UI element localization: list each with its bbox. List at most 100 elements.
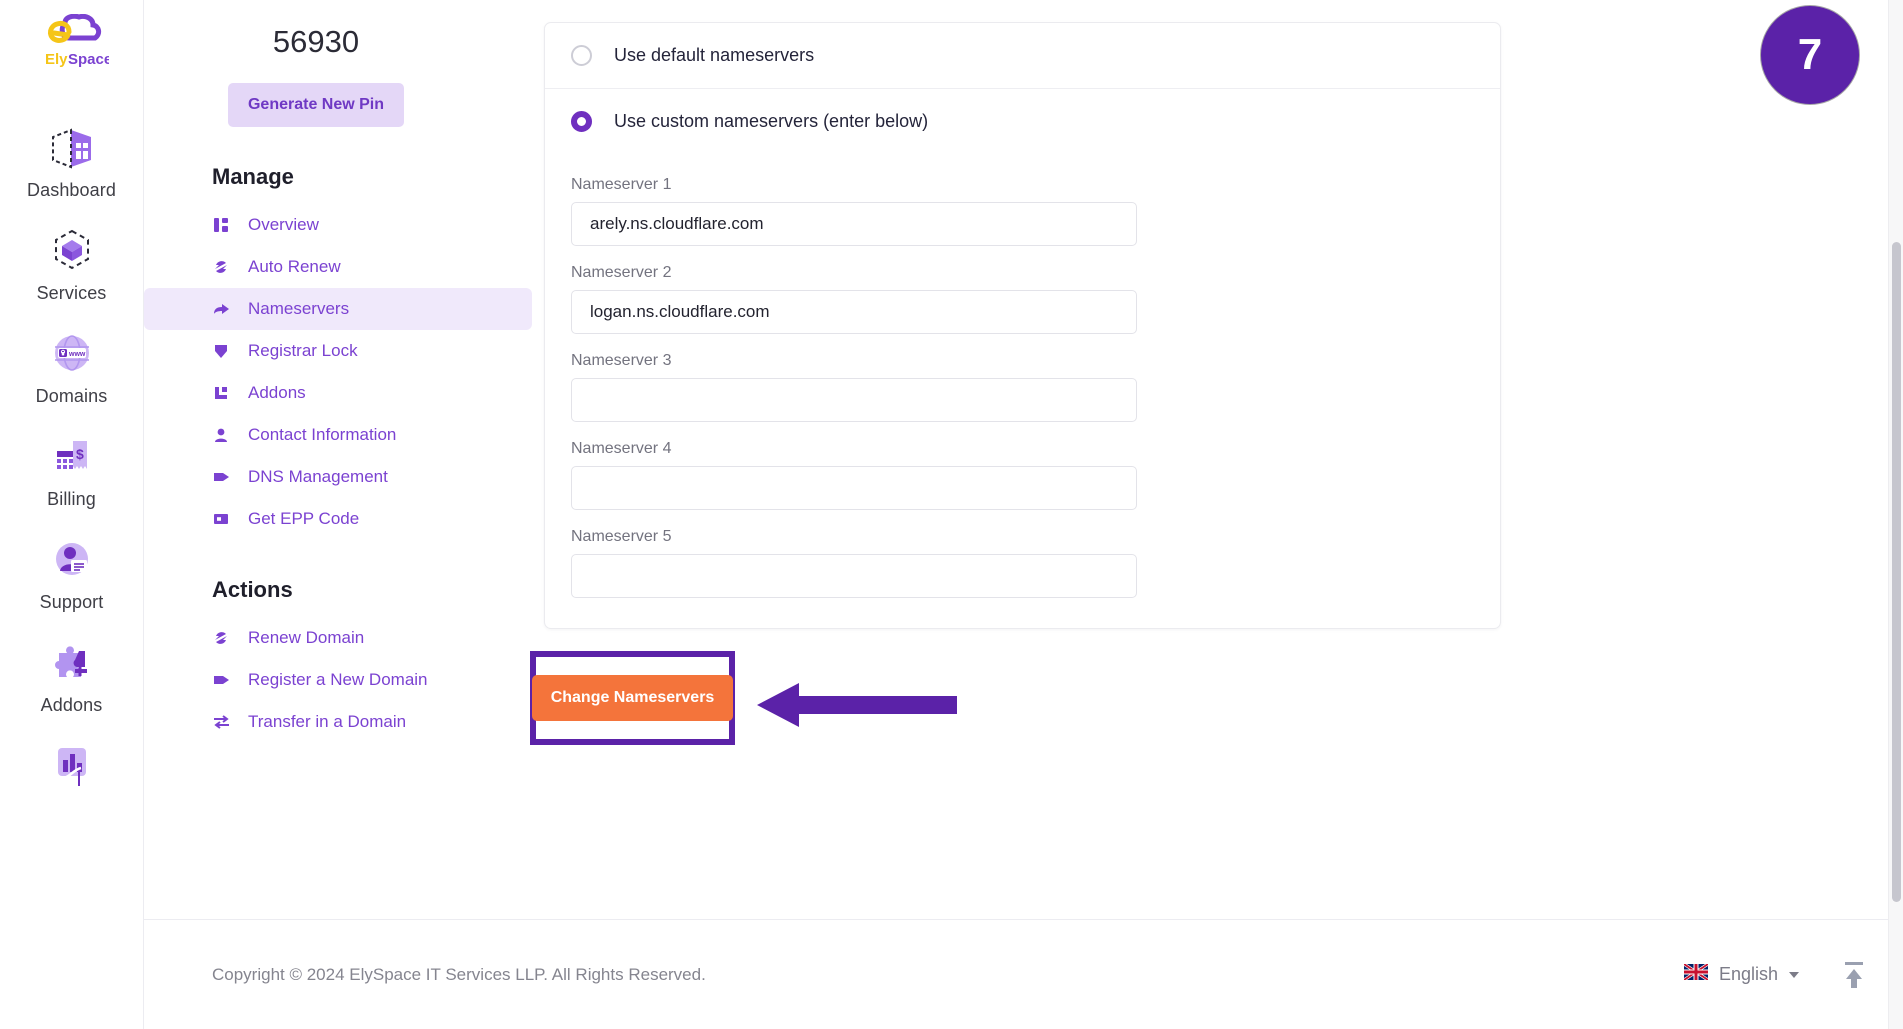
- scroll-to-top-button[interactable]: [1841, 960, 1867, 990]
- menu-item-auto-renew[interactable]: Auto Renew: [144, 246, 532, 288]
- nameserver-2-field: Nameserver 2: [571, 264, 1474, 334]
- svg-text:$: $: [76, 446, 84, 462]
- nameserver-3-label: Nameserver 3: [571, 352, 672, 369]
- menu-item-label: Get EPP Code: [248, 509, 360, 528]
- sidebar-item-support[interactable]: Support: [0, 522, 143, 625]
- nameservers-card: Use default nameservers Use custom names…: [544, 22, 1501, 629]
- radio-default-nameservers[interactable]: [571, 45, 592, 66]
- page-scroll-area: 56930 Generate New Pin Manage Overview A…: [144, 0, 1903, 1029]
- menu-item-dns-management[interactable]: DNS Management: [144, 456, 532, 498]
- code-box-icon: [212, 510, 230, 528]
- manage-section-title: Manage: [212, 164, 294, 189]
- step-number-badge: 7: [1761, 6, 1859, 104]
- nameserver-4-field: Nameserver 4: [571, 440, 1474, 510]
- svg-text:Ely: Ely: [45, 51, 68, 68]
- main-sidebar: Ely Space Dashboard Services www Domains…: [0, 0, 144, 1029]
- menu-item-label: Renew Domain: [248, 628, 365, 647]
- generate-new-pin-button[interactable]: Generate New Pin: [227, 83, 405, 127]
- nameserver-2-input[interactable]: [571, 290, 1137, 334]
- menu-item-nameservers[interactable]: Nameservers: [144, 288, 532, 330]
- blocks-icon: [212, 384, 230, 402]
- refresh-icon: [212, 629, 230, 647]
- reports-chart-icon: [49, 742, 95, 788]
- menu-item-label: Nameservers: [248, 299, 350, 318]
- nameserver-2-label: Nameserver 2: [571, 264, 672, 281]
- app-window: Ely Space Dashboard Services www Domains…: [0, 0, 1903, 1029]
- footer-right-group: English: [1683, 960, 1867, 990]
- option-custom-nameservers[interactable]: Use custom nameservers (enter below): [545, 88, 1500, 154]
- actions-menu: Renew Domain Register a New Domain Trans…: [144, 617, 544, 743]
- actions-section-title: Actions: [212, 577, 293, 602]
- services-cube-icon: [48, 227, 96, 273]
- annotation-arrow-icon: [757, 682, 957, 733]
- nameserver-5-label: Nameserver 5: [571, 528, 672, 545]
- page-footer: Copyright © 2024 ElySpace IT Services LL…: [144, 919, 1903, 1029]
- annotation-highlight-box: Change Nameservers: [530, 651, 735, 745]
- nameserver-1-label: Nameserver 1: [571, 176, 672, 193]
- nameserver-3-input[interactable]: [571, 378, 1137, 422]
- menu-item-label: Registrar Lock: [248, 341, 358, 360]
- option-default-nameservers[interactable]: Use default nameservers: [545, 23, 1500, 88]
- nameserver-5-field: Nameserver 5: [571, 528, 1474, 598]
- nameserver-1-input[interactable]: [571, 202, 1137, 246]
- transfer-icon: [212, 713, 230, 731]
- layout-icon: [212, 216, 230, 234]
- scrollbar-thumb[interactable]: [1892, 242, 1901, 902]
- radio-custom-nameservers[interactable]: [571, 111, 592, 132]
- nameserver-1-field: Nameserver 1: [571, 176, 1474, 246]
- chevron-down-icon: [1789, 971, 1799, 978]
- menu-item-register-new-domain[interactable]: Register a New Domain: [144, 659, 532, 701]
- user-icon: [212, 426, 230, 444]
- menu-item-get-epp-code[interactable]: Get EPP Code: [144, 498, 532, 540]
- svg-text:Space: Space: [68, 51, 109, 68]
- language-selector[interactable]: English: [1683, 962, 1799, 985]
- change-nameservers-button[interactable]: Change Nameservers: [531, 675, 734, 721]
- sidebar-item-dashboard[interactable]: Dashboard: [0, 110, 143, 213]
- tag-icon: [212, 671, 230, 689]
- billing-invoice-icon: $: [49, 433, 95, 479]
- nameservers-main-column: Use default nameservers Use custom names…: [530, 0, 1903, 761]
- language-label: English: [1718, 964, 1778, 984]
- menu-item-registrar-lock[interactable]: Registrar Lock: [144, 330, 532, 372]
- sidebar-item-label: Support: [39, 592, 104, 612]
- nameserver-4-input[interactable]: [571, 466, 1137, 510]
- sidebar-item-billing[interactable]: $ Billing: [0, 419, 143, 522]
- domain-side-panel: 56930 Generate New Pin Manage Overview A…: [144, 0, 544, 743]
- sidebar-item-services[interactable]: Services: [0, 213, 143, 316]
- addons-puzzle-icon: [49, 639, 95, 685]
- menu-item-label: Overview: [248, 215, 319, 234]
- sidebar-item-domains[interactable]: www Domains: [0, 316, 143, 419]
- submit-area: Change Nameservers: [530, 651, 1833, 761]
- sidebar-item-reports[interactable]: [0, 728, 143, 810]
- refresh-icon: [212, 258, 230, 276]
- elyspace-logo[interactable]: Ely Space: [0, 14, 143, 74]
- menu-item-label: Auto Renew: [248, 257, 341, 276]
- support-agent-icon: [49, 536, 95, 582]
- shield-icon: [212, 342, 230, 360]
- arrow-right-icon: [212, 300, 230, 318]
- menu-item-addons[interactable]: Addons: [144, 372, 532, 414]
- nameserver-3-field: Nameserver 3: [571, 352, 1474, 422]
- menu-item-overview[interactable]: Overview: [144, 204, 532, 246]
- sidebar-item-addons[interactable]: Addons: [0, 625, 143, 728]
- sidebar-item-label: Addons: [40, 695, 103, 715]
- vertical-scrollbar[interactable]: [1888, 0, 1903, 1029]
- menu-item-transfer-in-domain[interactable]: Transfer in a Domain: [144, 701, 532, 743]
- sidebar-item-label: Dashboard: [27, 180, 116, 200]
- sidebar-item-label: Services: [36, 283, 107, 303]
- menu-item-contact-information[interactable]: Contact Information: [144, 414, 532, 456]
- copyright-text: Copyright © 2024 ElySpace IT Services LL…: [212, 964, 706, 984]
- uk-flag-icon: [1683, 962, 1709, 985]
- manage-menu: Overview Auto Renew Nameservers Registra…: [144, 204, 544, 540]
- menu-item-label: Transfer in a Domain: [248, 712, 407, 731]
- sidebar-item-label: Domains: [35, 386, 108, 406]
- menu-item-label: Register a New Domain: [248, 670, 428, 689]
- nameserver-5-input[interactable]: [571, 554, 1137, 598]
- option-label: Use default nameservers: [614, 45, 815, 65]
- page-body: 56930 Generate New Pin Manage Overview A…: [144, 0, 1903, 919]
- nameserver-4-label: Nameserver 4: [571, 440, 672, 457]
- menu-item-renew-domain[interactable]: Renew Domain: [144, 617, 532, 659]
- menu-item-label: Contact Information: [248, 425, 397, 444]
- pin-section: 56930 Generate New Pin: [144, 0, 544, 127]
- sidebar-item-label: Billing: [47, 489, 96, 509]
